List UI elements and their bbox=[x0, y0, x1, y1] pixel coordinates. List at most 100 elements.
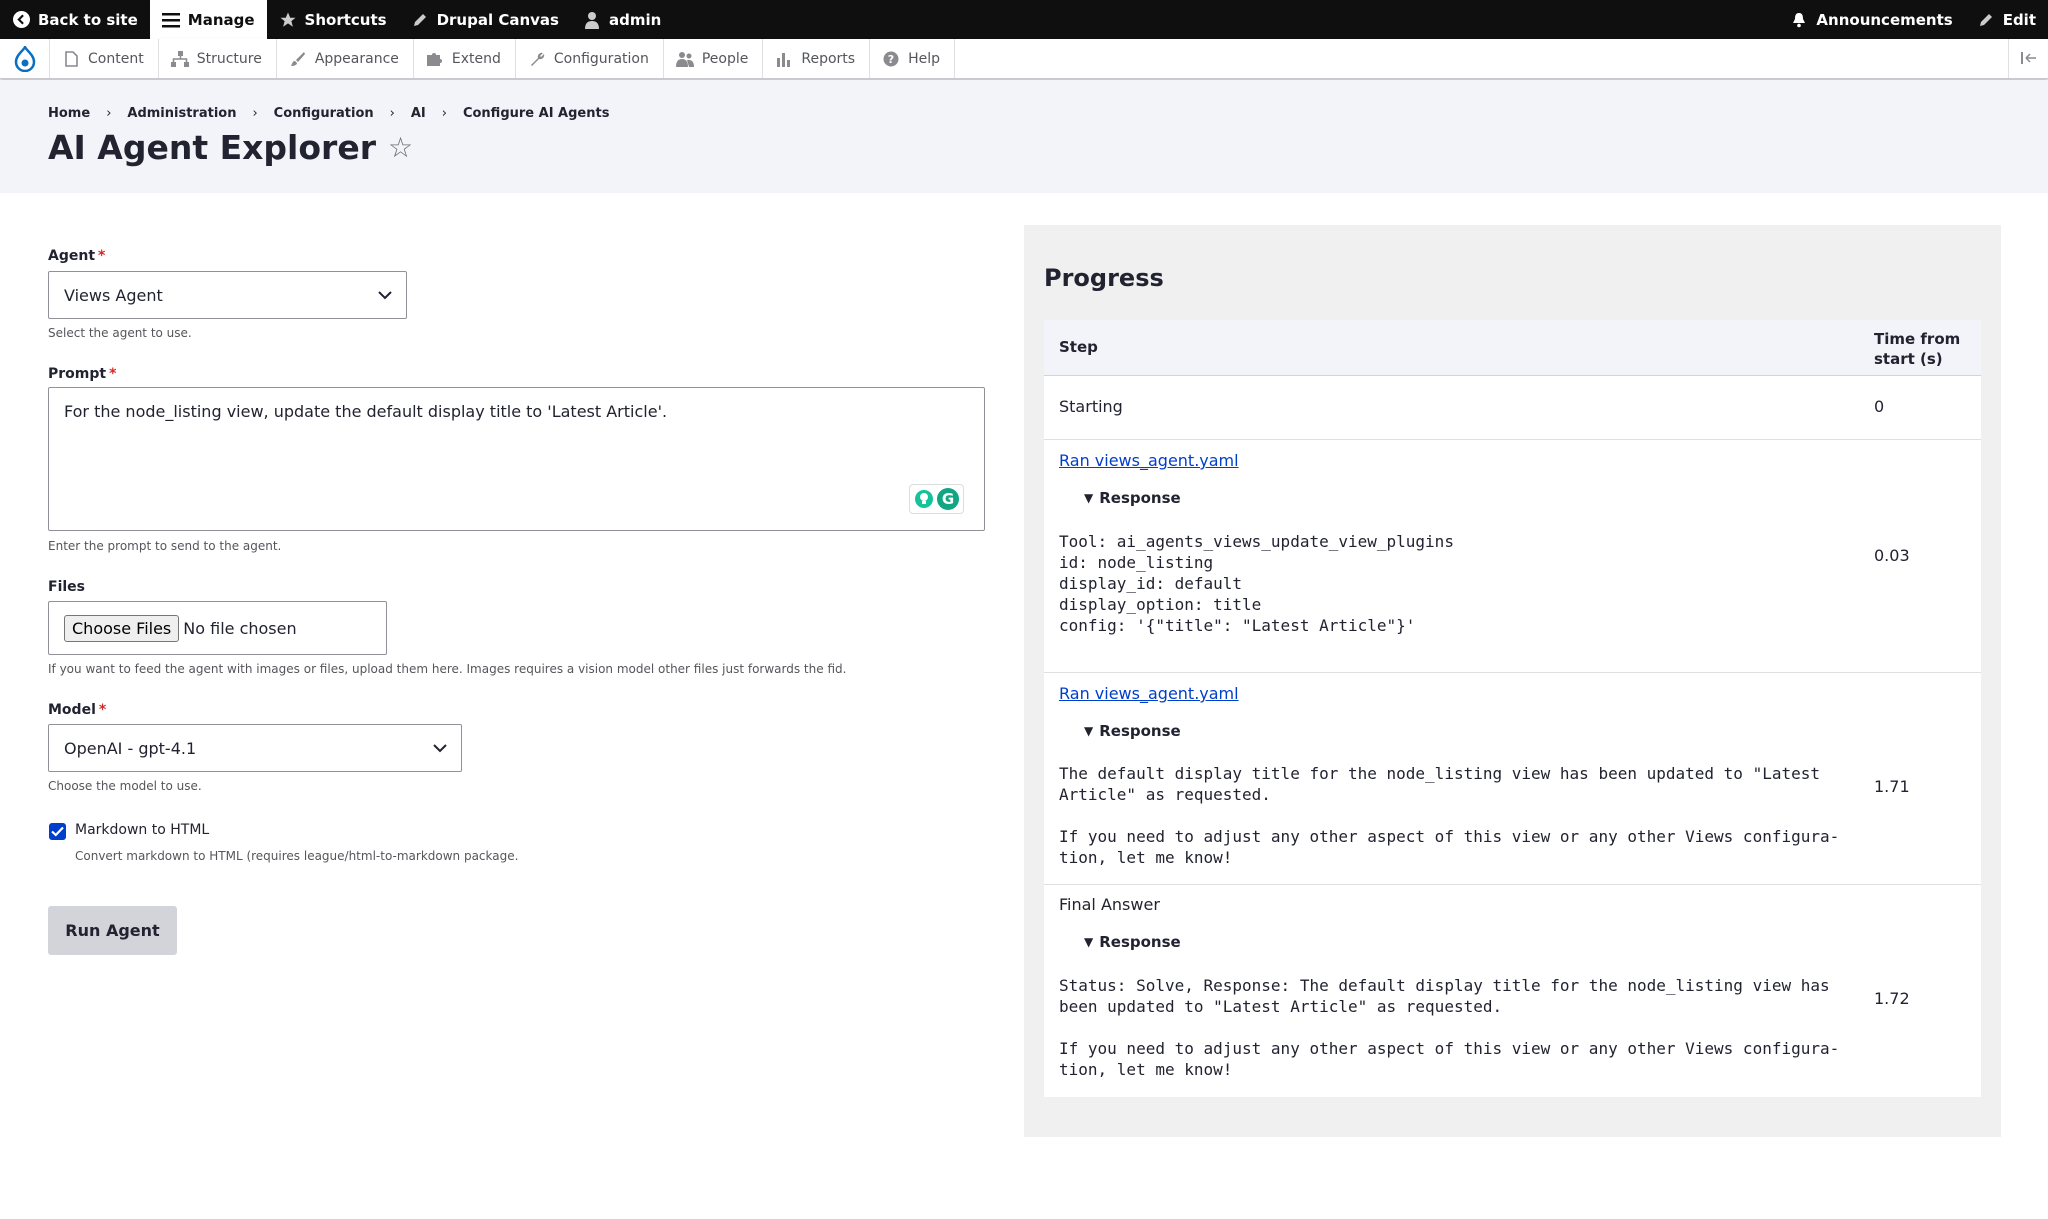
response-toggle[interactable]: ▼ Response bbox=[1084, 489, 1181, 507]
table-row: Ran views_agent.yaml ▼ Response Tool: ai_… bbox=[1044, 440, 1981, 673]
tray-item-label: Content bbox=[88, 50, 144, 67]
manage-label: Manage bbox=[187, 10, 255, 29]
response-output: The default display title for the node_l… bbox=[1059, 764, 1840, 867]
shortcuts-tab[interactable]: Shortcuts bbox=[267, 0, 399, 39]
files-label: Files bbox=[48, 579, 85, 595]
required-marker: * bbox=[98, 248, 106, 264]
response-label: Response bbox=[1099, 489, 1181, 507]
agent-label: Agent * bbox=[48, 248, 105, 264]
triangle-down-icon: ▼ bbox=[1084, 491, 1094, 505]
edit-tab[interactable]: Edit bbox=[1965, 0, 2048, 39]
step-text: Final Answer bbox=[1059, 895, 1160, 914]
document-icon bbox=[62, 50, 80, 68]
tray-item-label: Reports bbox=[801, 50, 856, 67]
tray-item-content[interactable]: Content bbox=[50, 39, 159, 78]
breadcrumb-configure-ai-agents[interactable]: Configure AI Agents bbox=[463, 106, 610, 121]
page-title: AI Agent Explorer bbox=[48, 128, 376, 167]
agent-select[interactable]: Views Agent bbox=[48, 271, 407, 319]
table-row: Final Answer ▼ Response Status: Solve, Re… bbox=[1044, 885, 1981, 1097]
column-header-step: Step bbox=[1059, 338, 1098, 356]
pencil-icon bbox=[411, 11, 429, 29]
breadcrumb-configuration[interactable]: Configuration bbox=[274, 106, 374, 121]
files-input[interactable]: Choose Files No file chosen bbox=[48, 601, 387, 655]
page-header: Home › Administration › Configuration › … bbox=[0, 80, 2048, 193]
tray-item-label: Structure bbox=[196, 50, 262, 67]
tray-item-structure[interactable]: Structure bbox=[159, 39, 277, 78]
tray-item-label: Extend bbox=[451, 50, 501, 67]
tray-item-label: Appearance bbox=[314, 50, 399, 67]
triangle-down-icon: ▼ bbox=[1084, 724, 1094, 738]
markdown-checkbox[interactable] bbox=[49, 823, 66, 840]
response-label: Response bbox=[1099, 933, 1181, 951]
choose-files-button[interactable]: Choose Files bbox=[64, 614, 180, 642]
tray-item-help[interactable]: ? Help bbox=[870, 39, 955, 78]
response-toggle[interactable]: ▼ Response bbox=[1084, 933, 1181, 951]
markdown-label[interactable]: Markdown to HTML bbox=[75, 822, 209, 838]
tray-item-label: People bbox=[701, 50, 749, 67]
hamburger-icon bbox=[161, 11, 180, 29]
back-to-site-link[interactable]: Back to site bbox=[0, 0, 150, 39]
model-label: Model * bbox=[48, 702, 106, 718]
table-row: Starting 0 bbox=[1044, 376, 1981, 440]
tray-item-label: Help bbox=[908, 50, 940, 67]
admin-menu-tray: Content Structure Appearance Extend Conf… bbox=[0, 39, 2048, 79]
back-arrow-icon bbox=[12, 11, 30, 29]
grammarly-icon: G bbox=[936, 488, 959, 510]
progress-table: Step Time from start (s) Starting 0 Ran … bbox=[1044, 320, 1981, 1097]
model-select[interactable]: OpenAI - gpt-4.1 bbox=[48, 724, 462, 772]
time-text: 1.71 bbox=[1874, 777, 1910, 796]
response-label: Response bbox=[1099, 722, 1181, 740]
progress-title: Progress bbox=[1044, 264, 1164, 292]
breadcrumb-separator: › bbox=[252, 106, 258, 121]
tray-item-label: Configuration bbox=[553, 50, 649, 67]
back-to-site-label: Back to site bbox=[38, 10, 138, 29]
edit-label: Edit bbox=[2002, 10, 2036, 29]
bell-icon bbox=[1790, 11, 1808, 29]
response-toggle[interactable]: ▼ Response bbox=[1084, 722, 1181, 740]
prompt-description: Enter the prompt to send to the agent. bbox=[48, 539, 282, 553]
tray-item-appearance[interactable]: Appearance bbox=[277, 39, 414, 78]
tray-item-people[interactable]: People bbox=[664, 39, 764, 78]
tray-item-reports[interactable]: Reports bbox=[763, 39, 871, 78]
prompt-textarea[interactable]: For the node_listing view, update the de… bbox=[48, 387, 985, 531]
step-link[interactable]: Ran views_agent.yaml bbox=[1059, 684, 1239, 703]
breadcrumb: Home › Administration › Configuration › … bbox=[48, 106, 609, 121]
model-select-value: OpenAI - gpt-4.1 bbox=[64, 738, 197, 758]
breadcrumb-separator: › bbox=[441, 106, 447, 121]
breadcrumb-home[interactable]: Home bbox=[48, 106, 90, 121]
manage-tab[interactable]: Manage bbox=[149, 0, 267, 39]
time-text: 0 bbox=[1874, 397, 1885, 416]
markdown-description: Convert markdown to HTML (requires leagu… bbox=[75, 849, 519, 863]
breadcrumb-ai[interactable]: AI bbox=[411, 106, 426, 121]
tray-item-extend[interactable]: Extend bbox=[414, 39, 516, 78]
breadcrumb-administration[interactable]: Administration bbox=[127, 106, 236, 121]
announcements-tab[interactable]: Announcements bbox=[1778, 0, 1964, 39]
tray-item-configuration[interactable]: Configuration bbox=[516, 39, 664, 78]
user-icon bbox=[583, 11, 601, 29]
breadcrumb-separator: › bbox=[106, 106, 112, 121]
prompt-text: For the node_listing view, update the de… bbox=[64, 402, 668, 421]
response-output: Status: Solve, Response: The default dis… bbox=[1059, 976, 1840, 1079]
run-agent-button[interactable]: Run Agent bbox=[48, 906, 177, 955]
shortcut-star-icon[interactable]: ☆ bbox=[388, 131, 413, 164]
step-link[interactable]: Ran views_agent.yaml bbox=[1059, 451, 1239, 470]
collapse-icon bbox=[2020, 49, 2037, 68]
drupal-canvas-label: Drupal Canvas bbox=[436, 10, 559, 29]
shortcuts-label: Shortcuts bbox=[304, 10, 387, 29]
time-text: 0.03 bbox=[1874, 546, 1910, 565]
user-tab[interactable]: admin bbox=[571, 0, 673, 39]
help-icon: ? bbox=[882, 50, 900, 68]
progress-panel: Progress Step Time from start (s) Starti… bbox=[1024, 225, 2001, 1137]
svg-text:?: ? bbox=[888, 53, 894, 66]
grammarly-widget[interactable]: G bbox=[909, 484, 964, 514]
page-title-wrap: AI Agent Explorer ☆ bbox=[48, 128, 413, 167]
admin-toolbar: Back to site Manage Shortcuts Drupal Can… bbox=[0, 0, 2048, 39]
lightbulb-icon bbox=[914, 490, 933, 508]
triangle-down-icon: ▼ bbox=[1084, 935, 1094, 949]
chevron-down-icon bbox=[433, 740, 447, 760]
structure-icon bbox=[170, 50, 189, 68]
collapse-tray-button[interactable] bbox=[2008, 39, 2048, 78]
bar-chart-icon bbox=[775, 50, 793, 68]
drupal-canvas-tab[interactable]: Drupal Canvas bbox=[399, 0, 571, 39]
drupal-logo-icon[interactable] bbox=[0, 39, 50, 78]
